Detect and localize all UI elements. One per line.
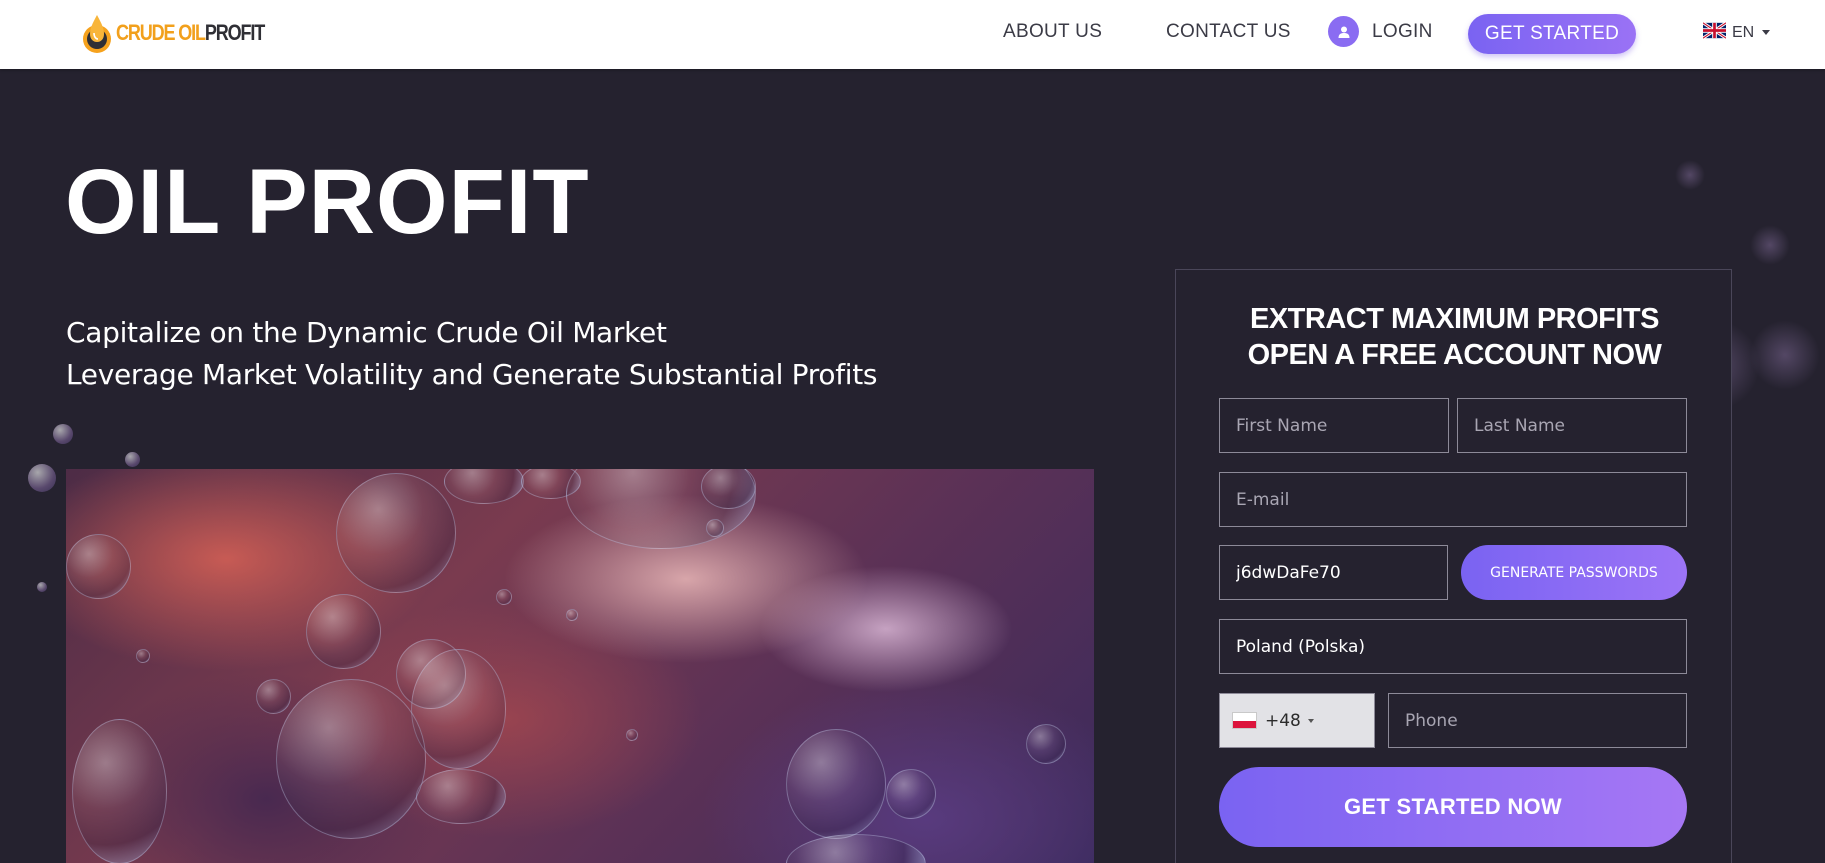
- password-input[interactable]: [1219, 545, 1448, 600]
- decorative-bubble: [28, 464, 56, 492]
- site-header: CRUDE OILPROFIT ABOUT US CONTACT US LOGI…: [0, 0, 1825, 69]
- login-label: LOGIN: [1372, 20, 1433, 42]
- hero-title: OIL PROFIT: [65, 151, 590, 253]
- country-select[interactable]: Poland (Polska): [1219, 619, 1687, 674]
- phone-input[interactable]: [1388, 693, 1687, 748]
- signup-form-card: EXTRACT MAXIMUM PROFITS OPEN A FREE ACCO…: [1175, 269, 1732, 863]
- decorative-bubble: [53, 424, 73, 444]
- caret-down-icon: [1307, 718, 1314, 723]
- decorative-glow: [1675, 160, 1705, 190]
- login-link[interactable]: LOGIN: [1328, 16, 1433, 47]
- generate-passwords-button[interactable]: GENERATE PASSWORDS: [1461, 545, 1687, 600]
- first-name-input[interactable]: [1219, 398, 1449, 453]
- logo-text-part2: PROFIT: [204, 20, 265, 45]
- caret-down-icon: [1762, 30, 1771, 35]
- nav-contact-us[interactable]: CONTACT US: [1166, 21, 1291, 43]
- email-input[interactable]: [1219, 472, 1687, 527]
- uk-flag-icon: [1702, 21, 1727, 43]
- language-label: EN: [1732, 23, 1755, 41]
- hero-subtitle-line1: Capitalize on the Dynamic Crude Oil Mark…: [66, 316, 667, 349]
- oil-drop-logo-icon: [80, 11, 114, 55]
- poland-flag-icon: [1232, 712, 1257, 729]
- form-title-line1: EXTRACT MAXIMUM PROFITS: [1250, 303, 1660, 335]
- dial-code-selector[interactable]: +48: [1219, 693, 1375, 748]
- dial-code-label: +48: [1265, 710, 1301, 731]
- decorative-glow: [1750, 225, 1790, 265]
- get-started-button[interactable]: GET STARTED: [1468, 14, 1636, 54]
- logo-text-part1: CRUDE OIL: [116, 20, 206, 45]
- logo-text: CRUDE OILPROFIT: [116, 20, 265, 46]
- decorative-glow: [1750, 320, 1820, 390]
- site-logo[interactable]: CRUDE OILPROFIT: [80, 8, 297, 58]
- hero-image-oil-bubbles: [66, 469, 1094, 863]
- hero-subtitle-line2: Leverage Market Volatility and Generate …: [66, 358, 878, 391]
- get-started-now-button[interactable]: GET STARTED NOW: [1219, 767, 1687, 847]
- decorative-bubble: [37, 582, 47, 592]
- nav-about-us[interactable]: ABOUT US: [1003, 21, 1102, 43]
- last-name-input[interactable]: [1457, 398, 1687, 453]
- language-selector[interactable]: EN: [1702, 21, 1771, 43]
- form-title-line2: OPEN A FREE ACCOUNT NOW: [1247, 339, 1662, 371]
- user-icon: [1328, 16, 1359, 47]
- decorative-bubble: [125, 452, 140, 467]
